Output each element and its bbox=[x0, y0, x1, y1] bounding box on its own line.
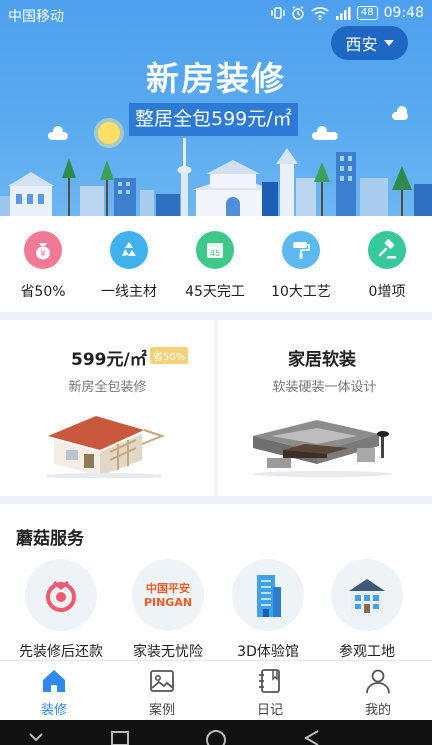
pingan-logo-cn: 中国平安 bbox=[146, 581, 190, 595]
gavel-icon bbox=[368, 231, 406, 269]
home-icon bbox=[43, 670, 65, 692]
service-label: 3D体验馆 bbox=[237, 644, 299, 660]
system-navigation-bar bbox=[0, 720, 432, 745]
pingan-logo-en: PINGAN bbox=[144, 596, 192, 609]
service-label: 参观工地 bbox=[339, 644, 395, 660]
discount-badge: 省50% bbox=[150, 347, 189, 364]
status-icons: 48 09:48 bbox=[271, 5, 424, 21]
card-desc: 软装硬装一体设计 bbox=[272, 380, 377, 395]
battery-icon: 48 bbox=[356, 6, 378, 20]
card-title: 家居软装 bbox=[288, 350, 356, 370]
tab-label: 我的 bbox=[364, 703, 391, 718]
pingan-logo-icon: 中国平安 PINGAN bbox=[132, 559, 204, 631]
card-title: 599元/㎡ bbox=[71, 350, 147, 370]
wifi-icon bbox=[311, 7, 329, 20]
back-triangle-icon bbox=[304, 730, 319, 745]
feature-10-crafts[interactable]: 10大工艺 bbox=[258, 216, 344, 312]
service-insurance[interactable]: 中国平安 PINGAN 家装无忧险 bbox=[118, 559, 218, 660]
service-label: 先装修后还款 bbox=[19, 644, 103, 660]
bottom-tab-bar: 装修 案例 日记 我的 bbox=[0, 660, 432, 720]
caret-down-icon bbox=[383, 40, 394, 46]
feature-highlights: ¥ 省50% 一线主材 45 45天完工 10大工艺 0增项 bbox=[0, 216, 432, 312]
tab-mine[interactable]: 我的 bbox=[324, 661, 432, 721]
calendar-icon: 45 bbox=[196, 231, 234, 269]
feature-save-50[interactable]: ¥ 省50% bbox=[0, 216, 86, 312]
feature-label: 一线主材 bbox=[101, 284, 157, 300]
sofa-set-image bbox=[253, 420, 393, 477]
feature-45-days[interactable]: 45 45天完工 bbox=[172, 216, 258, 312]
hero-subtitle: 整居全包599元/㎡ bbox=[129, 103, 298, 136]
signal-icon bbox=[335, 7, 351, 20]
feature-label: 10大工艺 bbox=[271, 284, 331, 300]
feature-label: 45天完工 bbox=[185, 284, 245, 300]
tab-label: 装修 bbox=[40, 703, 67, 718]
house-construction-image bbox=[46, 416, 165, 478]
calendar-icon-number: 45 bbox=[210, 249, 220, 258]
house-icon bbox=[331, 559, 403, 631]
vibrate-icon bbox=[271, 7, 285, 19]
installment-logo-icon bbox=[25, 559, 97, 631]
image-icon bbox=[150, 670, 174, 692]
status-time: 09:48 bbox=[383, 5, 424, 21]
service-3d-hall[interactable]: 3D体验馆 bbox=[218, 559, 318, 660]
svg-text:¥: ¥ bbox=[40, 250, 46, 260]
money-bag-icon: ¥ bbox=[24, 231, 62, 269]
notebook-icon bbox=[259, 669, 280, 693]
user-icon bbox=[366, 669, 390, 694]
feature-no-extras[interactable]: 0增项 bbox=[344, 216, 430, 312]
back-icon bbox=[29, 733, 43, 742]
building-icon bbox=[232, 559, 304, 631]
feature-main-materials[interactable]: 一线主材 bbox=[86, 216, 172, 312]
card-desc: 新房全包装修 bbox=[68, 380, 147, 395]
feature-label: 0增项 bbox=[368, 284, 406, 300]
card-soft-furnishing[interactable]: 家居软装 软装硬装一体设计 bbox=[217, 320, 432, 496]
service-site-visit[interactable]: 参观工地 bbox=[317, 559, 417, 660]
tab-label: 案例 bbox=[148, 703, 175, 718]
alarm-icon bbox=[292, 6, 304, 20]
recent-apps-icon bbox=[111, 731, 129, 745]
tab-label: 日记 bbox=[256, 703, 283, 718]
paint-roller-icon bbox=[282, 231, 320, 269]
app-root: 中国移动 48 09:48 西安 新房装修 整居全包599元/㎡ ¥ 省50% … bbox=[0, 0, 432, 745]
services-section: 蘑菇服务 先装修后还款 中国平安 PINGAN 家装无忧险 3D体验馆 参观工地 bbox=[0, 504, 432, 660]
card-full-package[interactable]: 599元/㎡ 省50% 新房全包装修 bbox=[0, 320, 215, 496]
carrier-name: 中国移动 bbox=[8, 9, 64, 25]
recycle-icon bbox=[110, 231, 148, 269]
product-cards: 599元/㎡ 省50% 新房全包装修 家居软装 软装硬装一体设计 bbox=[0, 320, 432, 496]
hero-title: 新房装修 bbox=[146, 59, 286, 98]
tab-cases[interactable]: 案例 bbox=[108, 661, 216, 721]
section-title: 蘑菇服务 bbox=[16, 529, 84, 549]
cloud-decoration bbox=[392, 106, 408, 120]
city-skyline-illustration bbox=[0, 138, 432, 216]
hero-banner[interactable]: 中国移动 48 09:48 西安 新房装修 整居全包599元/㎡ bbox=[0, 0, 432, 216]
tab-diary[interactable]: 日记 bbox=[216, 661, 324, 721]
service-installment[interactable]: 先装修后还款 bbox=[11, 559, 111, 660]
home-button-icon bbox=[206, 730, 226, 745]
service-label: 家装无忧险 bbox=[133, 644, 203, 660]
feature-label: 省50% bbox=[20, 284, 66, 300]
tab-decoration[interactable]: 装修 bbox=[0, 661, 108, 721]
